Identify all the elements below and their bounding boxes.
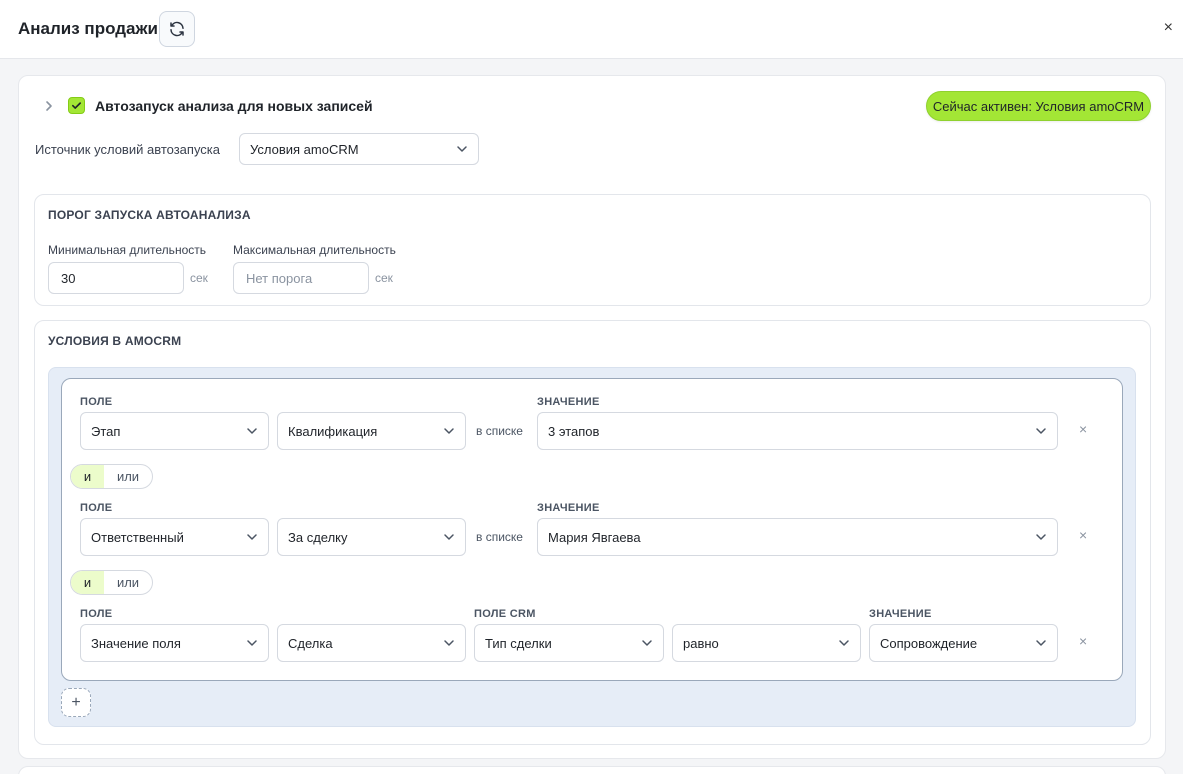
- close-icon[interactable]: ×: [1164, 20, 1173, 36]
- condition-field-select[interactable]: Значение поля: [80, 624, 269, 662]
- condition-field-select[interactable]: Этап: [80, 412, 269, 450]
- plus-icon: +: [71, 693, 81, 711]
- active-status-badge: Сейчас активен: Условия amoCRM: [926, 91, 1151, 121]
- and-or-toggle[interactable]: и или: [70, 464, 153, 489]
- condition-sub-select[interactable]: За сделку: [277, 518, 466, 556]
- condition-value-select[interactable]: 3 этапов: [537, 412, 1058, 450]
- condition-entity-select[interactable]: Сделка: [277, 624, 466, 662]
- chevron-down-icon: [444, 640, 454, 646]
- condition-field-value: Ответственный: [91, 529, 184, 545]
- chevron-right-icon[interactable]: [42, 97, 56, 115]
- chevron-down-icon: [642, 640, 652, 646]
- condition-value-select[interactable]: Сопровождение: [869, 624, 1058, 662]
- chevron-down-icon: [247, 428, 257, 434]
- value-caption: ЗНАЧЕНИЕ: [869, 608, 932, 620]
- source-select-value: Условия amoCRM: [250, 141, 359, 157]
- min-duration-unit: сек: [190, 271, 208, 285]
- field-caption: ПОЛЕ: [80, 396, 113, 408]
- condition-value: Сопровождение: [880, 635, 978, 651]
- source-label: Источник условий автозапуска: [35, 142, 220, 157]
- refresh-button[interactable]: [159, 11, 195, 47]
- chevron-down-icon: [1036, 428, 1046, 434]
- threshold-heading: ПОРОГ ЗАПУСКА АВТОАНАЛИЗА: [48, 208, 251, 222]
- value-caption: ЗНАЧЕНИЕ: [537, 502, 600, 514]
- chevron-down-icon: [247, 640, 257, 646]
- or-option[interactable]: или: [104, 571, 152, 594]
- refresh-icon: [170, 21, 184, 37]
- add-condition-button[interactable]: +: [61, 688, 91, 717]
- condition-sub-value: За сделку: [288, 529, 348, 545]
- page-title: Анализ продажи: [18, 19, 158, 38]
- remove-condition-icon[interactable]: ×: [1079, 422, 1087, 436]
- autostart-checkbox[interactable]: [68, 97, 85, 114]
- chevron-down-icon: [247, 534, 257, 540]
- condition-value-select[interactable]: Мария Явгаева: [537, 518, 1058, 556]
- chevron-down-icon: [839, 640, 849, 646]
- and-option[interactable]: и: [71, 571, 104, 594]
- and-or-toggle[interactable]: и или: [70, 570, 153, 595]
- operator-label: в списке: [476, 530, 523, 544]
- crm-field-caption: ПОЛЕ CRM: [474, 608, 536, 620]
- source-select[interactable]: Условия amoCRM: [239, 133, 479, 165]
- field-caption: ПОЛЕ: [80, 502, 113, 514]
- min-duration-label: Минимальная длительность: [48, 243, 206, 257]
- condition-entity-value: Сделка: [288, 635, 333, 651]
- remove-condition-icon[interactable]: ×: [1079, 528, 1087, 542]
- remove-condition-icon[interactable]: ×: [1079, 634, 1087, 648]
- condition-field-value: Значение поля: [91, 635, 181, 651]
- check-icon: [72, 102, 81, 109]
- min-duration-input[interactable]: 30: [48, 262, 184, 294]
- value-caption: ЗНАЧЕНИЕ: [537, 396, 600, 408]
- operator-label: в списке: [476, 424, 523, 438]
- condition-value: Мария Явгаева: [548, 529, 641, 545]
- autostart-label: Автозапуск анализа для новых записей: [95, 98, 373, 114]
- chevron-down-icon: [457, 146, 467, 152]
- max-duration-label: Максимальная длительность: [233, 243, 396, 257]
- chevron-down-icon: [444, 428, 454, 434]
- and-option[interactable]: и: [71, 465, 104, 488]
- next-card: [18, 766, 1166, 774]
- chevron-down-icon: [1036, 640, 1046, 646]
- chevron-down-icon: [444, 534, 454, 540]
- condition-field-select[interactable]: Ответственный: [80, 518, 269, 556]
- condition-value: 3 этапов: [548, 423, 600, 439]
- condition-operator-select[interactable]: равно: [672, 624, 861, 662]
- condition-sub-value: Квалификация: [288, 423, 378, 439]
- max-duration-input[interactable]: Нет порога: [233, 262, 369, 294]
- condition-field-value: Этап: [91, 423, 121, 439]
- condition-sub-select[interactable]: Квалификация: [277, 412, 466, 450]
- condition-operator-value: равно: [683, 635, 719, 651]
- or-option[interactable]: или: [104, 465, 152, 488]
- condition-crm-field-select[interactable]: Тип сделки: [474, 624, 664, 662]
- max-duration-unit: сек: [375, 271, 393, 285]
- condition-crm-field-value: Тип сделки: [485, 635, 552, 651]
- chevron-down-icon: [1036, 534, 1046, 540]
- field-caption: ПОЛЕ: [80, 608, 113, 620]
- conditions-heading: УСЛОВИЯ В AMOCRM: [48, 334, 182, 348]
